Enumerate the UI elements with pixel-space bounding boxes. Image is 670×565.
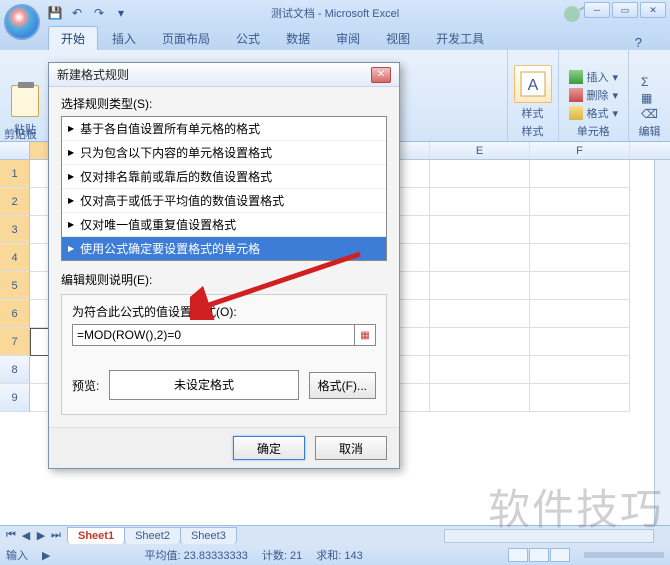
sheet-nav[interactable]: ⏮◀▶⏭ [0,529,67,542]
minimize-button[interactable]: ─ [584,2,610,18]
row-header[interactable]: 8 [0,356,30,384]
format-button[interactable]: 格式(F)... [309,372,376,399]
row-header[interactable]: 9 [0,384,30,412]
status-count: 计数: 21 [262,547,302,563]
rule-type-item-selected[interactable]: ▶使用公式确定要设置格式的单元格 [62,237,386,260]
save-icon[interactable]: 💾 [46,4,64,22]
edit-group-label: 编辑 [639,123,661,139]
help-icon[interactable]: ? [635,35,642,50]
format-icon [569,106,583,120]
maximize-button[interactable]: ▭ [612,2,638,18]
status-mode: 输入 [6,547,28,563]
delete-icon [569,88,583,102]
window-title: 测试文档 - Microsoft Excel [271,5,399,21]
rule-type-item[interactable]: ▶仅对高于或低于平均值的数值设置格式 [62,189,386,213]
clear-button[interactable]: ⌫ [641,107,658,121]
rule-type-item[interactable]: ▶只为包含以下内容的单元格设置格式 [62,141,386,165]
autosum-button[interactable]: Σ [641,75,658,89]
rule-type-list[interactable]: ▶基于各自值设置所有单元格的格式 ▶只为包含以下内容的单元格设置格式 ▶仅对排名… [61,116,387,261]
tab-home[interactable]: 开始 [48,26,98,50]
title-bar: 💾 ↶ ↷ ▾ 测试文档 - Microsoft Excel ─ ▭ ✕ [0,0,670,26]
tab-developer[interactable]: 开发工具 [424,27,496,50]
row-header[interactable]: 6 [0,300,30,328]
rule-type-item[interactable]: ▶仅对唯一值或重复值设置格式 [62,213,386,237]
tab-page-layout[interactable]: 页面布局 [150,27,222,50]
tab-data[interactable]: 数据 [274,27,322,50]
window-controls: ─ ▭ ✕ [584,2,666,18]
range-selector-button[interactable]: ▦ [354,324,376,346]
tab-view[interactable]: 视图 [374,27,422,50]
delete-cells[interactable]: 删除 ▾ [565,87,623,103]
dialog-close-button[interactable]: ✕ [371,67,391,83]
styles-group: A 样式 样式 [507,50,558,141]
vertical-scrollbar[interactable] [654,160,670,525]
page-break-view-button[interactable] [550,548,570,562]
watermark: 软件技巧 [488,476,664,537]
row-header[interactable]: 3 [0,216,30,244]
page-layout-view-button[interactable] [529,548,549,562]
sheet-tab-2[interactable]: Sheet2 [124,527,181,544]
svg-text:A: A [527,77,538,94]
cancel-button[interactable]: 取消 [315,436,387,460]
format-cells[interactable]: 格式 ▾ [565,105,623,121]
paste-icon[interactable] [11,85,39,117]
redo-icon[interactable]: ↷ [90,4,108,22]
edit-rule-label: 编辑规则说明(E): [61,271,387,288]
ribbon-tabs: 开始 插入 页面布局 公式 数据 审阅 视图 开发工具 ? [0,26,670,50]
macro-icon[interactable]: ▶ [42,549,50,562]
dialog-titlebar[interactable]: 新建格式规则 ✕ [49,63,399,87]
office-button[interactable] [4,4,40,40]
sheet-tab-1[interactable]: Sheet1 [67,527,125,544]
preview-label: 预览: [72,377,99,394]
select-rule-type-label: 选择规则类型(S): [61,95,387,112]
select-all-corner[interactable] [0,142,30,159]
quick-access-toolbar: 💾 ↶ ↷ ▾ [46,4,130,22]
fill-button[interactable]: ▦ [641,91,658,105]
sheet-tab-3[interactable]: Sheet3 [180,527,237,544]
col-header-f[interactable]: F [530,142,630,159]
close-button[interactable]: ✕ [640,2,666,18]
styles-button[interactable]: A [514,65,552,103]
normal-view-button[interactable] [508,548,528,562]
row-header[interactable]: 1 [0,160,30,188]
edit-group: Σ ▦ ⌫ 编辑 [628,50,670,141]
clipboard-label: 剪贴板 [4,126,37,142]
insert-cells[interactable]: 插入 ▾ [565,69,623,85]
cells-group-label: 单元格 [577,123,610,139]
col-header-e[interactable]: E [430,142,530,159]
formula-label: 为符合此公式的值设置格式(O): [72,303,376,320]
styles-label: 样式 [522,105,544,121]
dialog-title: 新建格式规则 [57,66,129,83]
rule-type-item[interactable]: ▶仅对排名靠前或靠后的数值设置格式 [62,165,386,189]
status-bar: 输入 ▶ 平均值: 23.83333333 计数: 21 求和: 143 [0,545,670,565]
zoom-slider[interactable] [584,552,664,558]
ok-button[interactable]: 确定 [233,436,305,460]
tab-formulas[interactable]: 公式 [224,27,272,50]
formula-input[interactable] [72,324,355,346]
row-header[interactable]: 2 [0,188,30,216]
undo-icon[interactable]: ↶ [68,4,86,22]
preview-box: 未设定格式 [109,370,298,400]
view-buttons [508,548,570,562]
status-avg: 平均值: 23.83333333 [144,547,247,563]
row-header[interactable]: 4 [0,244,30,272]
status-sum: 求和: 143 [316,547,362,563]
insert-icon [569,70,583,84]
styles-group-label: 样式 [522,123,544,139]
row-header[interactable]: 5 [0,272,30,300]
qat-dropdown-icon[interactable]: ▾ [112,4,130,22]
new-formatting-rule-dialog: 新建格式规则 ✕ 选择规则类型(S): ▶基于各自值设置所有单元格的格式 ▶只为… [48,62,400,469]
tab-insert[interactable]: 插入 [100,27,148,50]
cells-group: 插入 ▾ 删除 ▾ 格式 ▾ 单元格 [558,50,629,141]
row-header[interactable]: 7 [0,328,30,356]
rule-type-item[interactable]: ▶基于各自值设置所有单元格的格式 [62,117,386,141]
tab-review[interactable]: 审阅 [324,27,372,50]
